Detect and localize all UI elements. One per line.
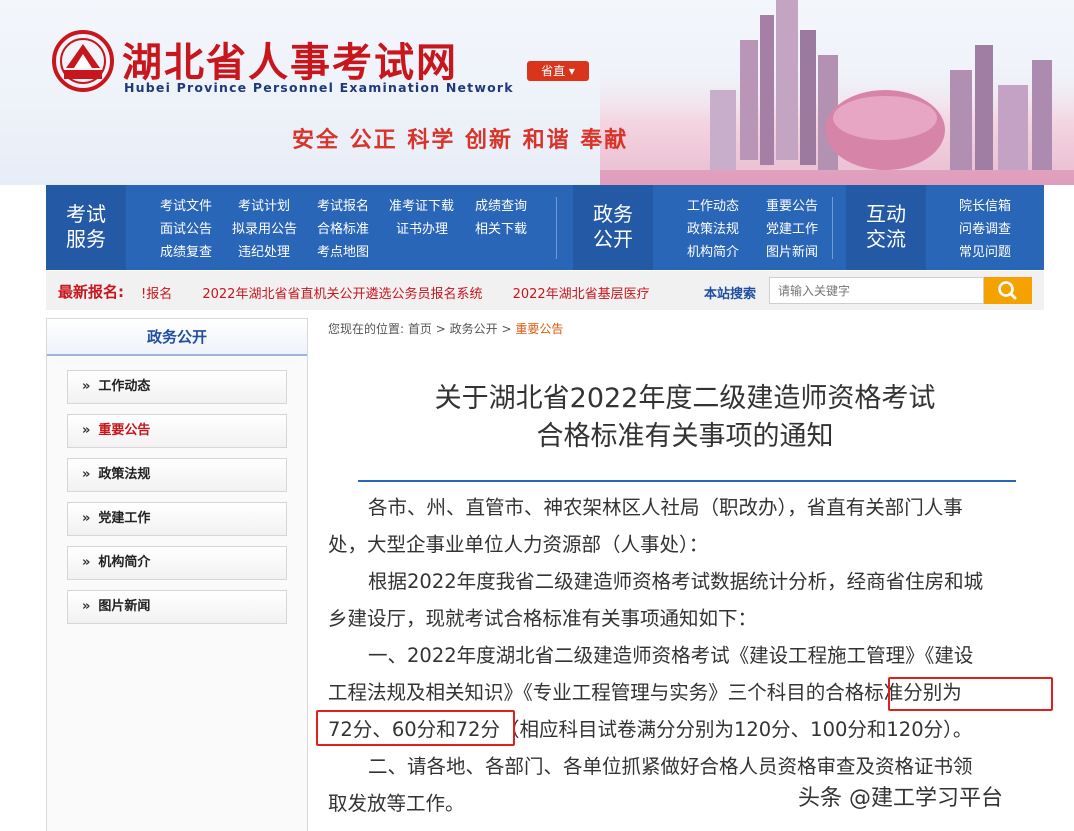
nav-link[interactable]: 成绩查询: [475, 195, 535, 218]
ticker-label: 最新报名:: [58, 283, 124, 301]
nav-link[interactable]: 党建工作: [766, 218, 826, 241]
sidebar-item-photo-news[interactable]: » 图片新闻: [67, 590, 287, 624]
site-subtitle: Hubei Province Personnel Examination Net…: [124, 80, 514, 95]
highlight-box-pass-standard: [888, 677, 1053, 711]
article-title-line-1: 关于湖北省2022年度二级建造师资格考试: [434, 383, 936, 414]
nav-links-interaction: 院长信箱 问卷调查 常见问题: [959, 195, 1011, 264]
search-input[interactable]: [769, 277, 984, 304]
sidebar-item-label: 图片新闻: [98, 599, 151, 614]
nav-caption-exam-service: 考试 服务: [46, 185, 126, 270]
article-paragraph-line: 一、2022年度湖北省二级建造师资格考试《建设工程施工管理》《建设: [368, 644, 974, 667]
nav-link[interactable]: 证书办理: [396, 218, 475, 241]
ticker-link[interactable]: !报名: [141, 287, 172, 301]
nav-link[interactable]: 考试计划: [238, 195, 317, 218]
nav-caption-gov-affairs: 政务 公开: [573, 185, 653, 270]
nav-link[interactable]: 考点地图: [317, 241, 389, 264]
breadcrumb: 您现在的位置: 首页 > 政务公开 > 重要公告: [328, 322, 564, 336]
sidebar-item-label: 重要公告: [98, 423, 151, 438]
sidebar-title: 政务公开: [47, 319, 307, 356]
site-slogan: 安全 公正 科学 创新 和谐 奉献: [292, 127, 629, 153]
sidebar-item-party-building[interactable]: » 党建工作: [67, 502, 287, 536]
header-banner: 湖北省人事考试网 Hubei Province Personnel Examin…: [0, 0, 1074, 185]
sidebar-item-label: 机构简介: [98, 555, 151, 570]
article-paragraph-line: 各市、州、直管市、神农架林区人社局（职改办），省直有关部门人事: [368, 496, 963, 519]
sidebar-item-important-notice[interactable]: » 重要公告: [67, 414, 287, 448]
article-paragraph-line: 处，大型企事业单位人力资源部（人事处）：: [328, 533, 709, 556]
sidebar-item-label: 党建工作: [98, 511, 151, 526]
magnifier-icon: [998, 281, 1017, 300]
nav-link[interactable]: 重要公告: [766, 195, 826, 218]
ticker-link[interactable]: 2022年湖北省省直机关公开遴选公务员报名系统: [202, 287, 482, 301]
breadcrumb-current[interactable]: 重要公告: [515, 322, 563, 336]
nav-links-gov-affairs: 工作动态 重要公告 政策法规 党建工作 机构简介 图片新闻: [687, 195, 826, 264]
article-paragraph-line: 工程法规及相关知识》《专业工程管理与实务》三个科目的合格标准分别为: [328, 681, 962, 704]
nav-link[interactable]: 图片新闻: [766, 241, 826, 264]
nav-divider: [832, 197, 833, 259]
nav-links-exam-service: 考试文件 考试计划 考试报名 准考证下载 成绩查询 面试公告 拟录用公告 合格标…: [160, 195, 535, 264]
double-chevron-icon: »: [82, 423, 91, 438]
breadcrumb-section[interactable]: 政务公开: [450, 322, 498, 336]
nav-caption-interaction: 互动 交流: [846, 185, 926, 270]
nav-link[interactable]: 机构简介: [687, 241, 766, 264]
breadcrumb-home[interactable]: 首页: [408, 322, 432, 336]
article-paragraph-line: 取发放等工作。: [328, 792, 465, 815]
double-chevron-icon: »: [82, 467, 91, 482]
nav-link[interactable]: 政策法规: [687, 218, 766, 241]
double-chevron-icon: »: [82, 599, 91, 614]
double-chevron-icon: »: [82, 511, 91, 526]
double-chevron-icon: »: [82, 379, 91, 394]
article-paragraph-line: 根据2022年度我省二级建造师资格考试数据统计分析，经商省住房和城: [368, 570, 984, 593]
caret-down-icon: ▾: [568, 64, 575, 78]
nav-link[interactable]: 准考证下载: [389, 195, 475, 218]
region-select-button[interactable]: 省直 ▾: [527, 61, 589, 81]
sidebar-item-work-news[interactable]: » 工作动态: [67, 370, 287, 404]
article-title-line-2: 合格标准有关事项的通知: [536, 421, 834, 452]
hbpta-logo-icon: [52, 30, 114, 92]
ticker-marquee: !报名 2022年湖北省省直机关公开遴选公务员报名系统 2022年湖北省基层医疗: [141, 283, 713, 301]
nav-link[interactable]: 考试文件: [160, 195, 238, 218]
search-button[interactable]: [984, 277, 1032, 304]
double-chevron-icon: »: [82, 555, 91, 570]
sidebar-item-organization[interactable]: » 机构简介: [67, 546, 287, 580]
nav-link[interactable]: 院长信箱: [959, 195, 1011, 218]
watermark: 头条 @建工学习平台: [798, 786, 1003, 811]
sidebar: 政务公开 » 工作动态 » 重要公告 » 政策法规 » 党建工作 » 机构简介 » 图片新闻: [46, 318, 308, 831]
sidebar-item-label: 工作动态: [98, 379, 151, 394]
nav-link[interactable]: 考试报名: [317, 195, 389, 218]
article-paragraph-line: 乡建设厅，现就考试合格标准有关事项通知如下：: [328, 607, 758, 630]
sidebar-item-policy[interactable]: » 政策法规: [67, 458, 287, 492]
nav-link[interactable]: 工作动态: [687, 195, 766, 218]
nav-link[interactable]: 成绩复查: [160, 241, 238, 264]
ticker-link[interactable]: 2022年湖北省基层医疗: [513, 287, 650, 301]
nav-link[interactable]: 相关下载: [475, 218, 535, 241]
city-skyline-image: [600, 0, 1074, 185]
nav-link[interactable]: 问卷调查: [959, 218, 1011, 241]
nav-link[interactable]: 常见问题: [959, 241, 1011, 264]
region-label: 省直: [541, 64, 566, 78]
highlight-box-pass-scores: [316, 710, 515, 746]
sidebar-item-label: 政策法规: [98, 467, 151, 482]
main-navigation: 考试 服务 考试文件 考试计划 考试报名 准考证下载 成绩查询 面试公告 拟录用…: [46, 185, 1044, 270]
latest-registration-bar: 最新报名: !报名 2022年湖北省省直机关公开遴选公务员报名系统 2022年湖…: [46, 271, 1044, 310]
title-divider: [358, 480, 1016, 482]
nav-link[interactable]: 合格标准: [317, 218, 396, 241]
nav-link[interactable]: 面试公告: [160, 218, 232, 241]
search-label: 本站搜索: [704, 287, 757, 302]
nav-link[interactable]: 违纪处理: [238, 241, 317, 264]
nav-divider: [556, 197, 557, 259]
nav-link[interactable]: 拟录用公告: [232, 218, 317, 241]
